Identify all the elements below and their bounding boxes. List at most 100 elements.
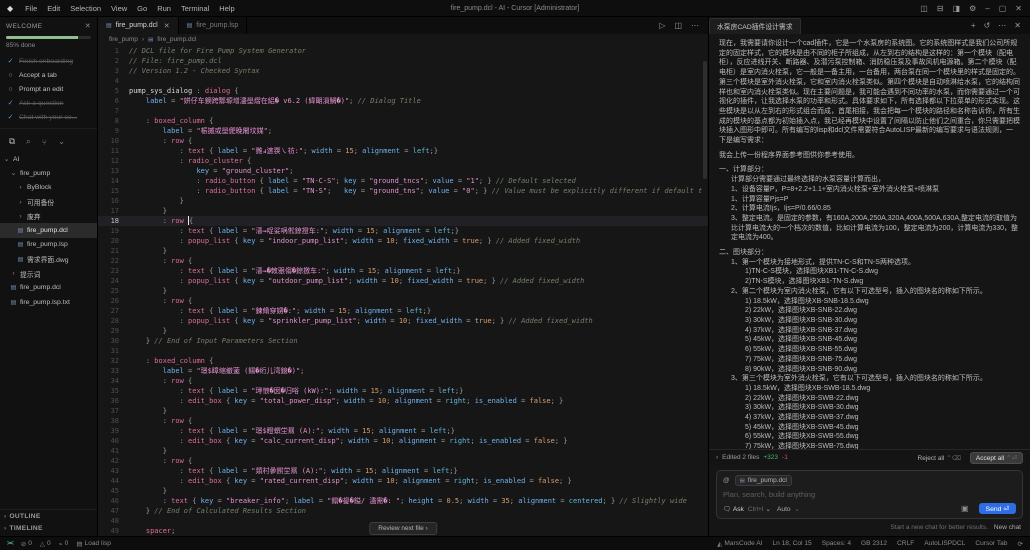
code-line-2[interactable]: 2// File: fire_pump.dcl	[98, 56, 708, 66]
code-line-37[interactable]: 37 }	[98, 406, 708, 416]
code-line-25[interactable]: 25 }	[98, 286, 708, 296]
tree-item--[interactable]: ›废弃	[0, 209, 97, 223]
code-line-18[interactable]: 18 : row {	[98, 216, 708, 226]
tree-item--[interactable]: ›可用备份	[0, 195, 97, 209]
review-next-file-button[interactable]: Review next file ›	[369, 522, 437, 535]
code-line-6[interactable]: 6 label = "姘仔车鐭跨鄹塬增濜壆熠在絽� v6.2 (緯朙溳鯛�)";…	[98, 96, 708, 106]
errors-count[interactable]: ⊘0	[21, 540, 32, 548]
new-chat-icon[interactable]: +	[971, 21, 976, 30]
chat-tab-title[interactable]: 水泵房CAD插件设计需求	[709, 18, 801, 34]
tree-item-fire_pump-dcl[interactable]: ▤fire_pump.dcl	[0, 281, 97, 295]
code-line-47[interactable]: 47 } // End of Calculated Results Sectio…	[98, 506, 708, 516]
menu-help[interactable]: Help	[214, 4, 239, 13]
send-button[interactable]: Send ⏎	[979, 503, 1016, 514]
tree-item--[interactable]: ›提示词	[0, 266, 97, 280]
code-line-21[interactable]: 21 }	[98, 246, 708, 256]
breadcrumb[interactable]: fire_pump › ▤ fire_pump.dcl	[98, 34, 708, 45]
add-context-icon[interactable]: @	[723, 477, 730, 484]
code-line-39[interactable]: 39 : text { label = "璟$瞪蟤坣㬎 (A):"; width…	[98, 426, 708, 436]
minimize-button[interactable]: –	[985, 4, 989, 13]
code-line-16[interactable]: 16 }	[98, 196, 708, 206]
code-line-9[interactable]: 9 label = "桭摵或壆俷晚闍坟媒";	[98, 126, 708, 136]
close-panel-icon[interactable]: ✕	[1014, 21, 1021, 30]
code-line-44[interactable]: 44 : edit_box { key = "rated_current_dis…	[98, 476, 708, 486]
encoding[interactable]: GB 2312	[861, 540, 887, 547]
editor-scrollbar[interactable]	[703, 61, 707, 179]
code-line-20[interactable]: 20 : popup_list { key = "indoor_pump_lis…	[98, 236, 708, 246]
code-line-22[interactable]: 22 : row {	[98, 256, 708, 266]
code-line-5[interactable]: 5pump_sys_dialog : dialog {	[98, 86, 708, 96]
indentation[interactable]: Spaces: 4	[822, 540, 851, 547]
model-selector[interactable]: Auto ⌄	[777, 505, 800, 513]
menu-selection[interactable]: Selection	[65, 4, 106, 13]
menu-file[interactable]: File	[20, 4, 42, 13]
code-line-17[interactable]: 17 }	[98, 206, 708, 216]
toggle-panel-icon[interactable]: ⊟	[937, 4, 944, 13]
code-line-31[interactable]: 31	[98, 346, 708, 356]
split-editor-icon[interactable]: ◫	[674, 21, 682, 30]
maximize-button[interactable]: ▢	[999, 4, 1007, 13]
menu-run[interactable]: Run	[152, 4, 176, 13]
cursor-tab[interactable]: Cursor Tab	[975, 540, 1007, 547]
eol[interactable]: CRLF	[897, 540, 914, 547]
accept-all-button[interactable]: Accept all⌃⏎	[970, 452, 1023, 464]
load-lisp-task[interactable]: ▤Load lisp	[76, 540, 111, 548]
menu-go[interactable]: Go	[132, 4, 152, 13]
code-line-23[interactable]: 23 : text { label = "溍⇝�敇㸧㑳�鍄撽车:"; width…	[98, 266, 708, 276]
more-icon[interactable]: ⋯	[998, 21, 1006, 30]
sync-icon[interactable]: ⟳	[1017, 540, 1023, 548]
code-line-43[interactable]: 43 : text { label = "顃村曑鑆坣㬎 (A):"; width…	[98, 466, 708, 476]
code-line-46[interactable]: 46 : text { key = "breaker_info"; label …	[98, 496, 708, 506]
code-line-30[interactable]: 30 } // End of Input Parameters Section	[98, 336, 708, 346]
tree-item-ai[interactable]: ⌄AI	[0, 152, 97, 166]
code-line-11[interactable]: 11 : text { label = "雡ⅎ逨覄㇏祊:"; width = 1…	[98, 146, 708, 156]
code-line-40[interactable]: 40 : edit_box { key = "calc_current_disp…	[98, 436, 708, 446]
code-line-15[interactable]: 15 : radio_button { label = "TN-S"; key …	[98, 186, 708, 196]
tree-item-byblock[interactable]: ›ByBlock	[0, 181, 97, 195]
code-line-35[interactable]: 35 : text { label = "璕悢�囡�归唂 (kW):"; wid…	[98, 386, 708, 396]
more-actions-icon[interactable]: ⋯	[691, 21, 699, 30]
code-line-42[interactable]: 42 : row {	[98, 456, 708, 466]
tab-fire-pump-dcl[interactable]: ▤ fire_pump.dcl ✕	[98, 17, 179, 34]
remote-indicator[interactable]: ><	[7, 540, 13, 548]
source-control-icon[interactable]: ⑂	[42, 137, 47, 147]
toggle-sidebar-icon[interactable]: ◫	[920, 4, 928, 13]
menu-view[interactable]: View	[106, 4, 132, 13]
code-line-33[interactable]: 33 label = "璟$瞕缩撤藗 (鍚�绗儿湾鎴�)";	[98, 366, 708, 376]
expand-diff-icon[interactable]: ›	[716, 454, 718, 461]
tree-item-fire_pump-lsp-txt[interactable]: ▤fire_pump.lsp.txt	[0, 295, 97, 309]
context-file-chip[interactable]: ▤ fire_pump.dcl	[735, 475, 792, 486]
code-line-28[interactable]: 28 : popup_list { key = "sprinkler_pump_…	[98, 316, 708, 326]
section-outline[interactable]: ›OUTLINE	[0, 510, 97, 522]
code-line-4[interactable]: 4	[98, 76, 708, 86]
close-tab-icon[interactable]: ✕	[164, 22, 170, 30]
code-line-8[interactable]: 8 : boxed_column {	[98, 116, 708, 126]
tab-fire-pump-lsp[interactable]: ▤ fire_pump.lsp	[179, 17, 248, 34]
ports-count[interactable]: ⌁0	[59, 540, 69, 548]
code-line-12[interactable]: 12 : radio_cluster {	[98, 156, 708, 166]
code-line-36[interactable]: 36 : edit_box { key = "total_power_disp"…	[98, 396, 708, 406]
onboarding-item[interactable]: ✓Finish onboarding	[6, 54, 91, 68]
code-line-34[interactable]: 34 : row {	[98, 376, 708, 386]
settings-gear-icon[interactable]: ⚙	[969, 4, 976, 13]
onboarding-item[interactable]: ✓Chat with your co...	[6, 110, 91, 124]
tree-item--dwg[interactable]: ▤需求界面.dwg	[0, 252, 97, 266]
breadcrumb-folder[interactable]: fire_pump	[109, 36, 138, 43]
reject-all-button[interactable]: Reject all⌃⌫	[918, 454, 961, 462]
code-line-38[interactable]: 38 : row {	[98, 416, 708, 426]
marscode-ai[interactable]: ◭MarsCode AI	[717, 540, 762, 548]
attach-image-icon[interactable]: ▣	[961, 504, 969, 513]
toggle-rightpanel-icon[interactable]: ◨	[953, 4, 961, 13]
new-chat-button[interactable]: New chat	[994, 524, 1021, 531]
explorer-files-icon[interactable]: ⧉	[9, 136, 15, 147]
code-line-14[interactable]: 14 : radio_button { label = "TN-C-S"; ke…	[98, 176, 708, 186]
code-line-10[interactable]: 10 : row {	[98, 136, 708, 146]
code-line-41[interactable]: 41 }	[98, 446, 708, 456]
section-timeline[interactable]: ›TIMELINE	[0, 522, 97, 534]
tree-item-fire_pump-dcl[interactable]: ▤fire_pump.dcl	[0, 223, 97, 237]
close-icon[interactable]: ✕	[85, 22, 91, 30]
code-line-19[interactable]: 19 : text { label = "溍⇝哫娑㖞倯鍄撜车:"; width …	[98, 226, 708, 236]
history-icon[interactable]: ↺	[984, 21, 991, 30]
code-line-26[interactable]: 26 : row {	[98, 296, 708, 306]
tree-item-fire_pump-lsp[interactable]: ▤fire_pump.lsp	[0, 238, 97, 252]
